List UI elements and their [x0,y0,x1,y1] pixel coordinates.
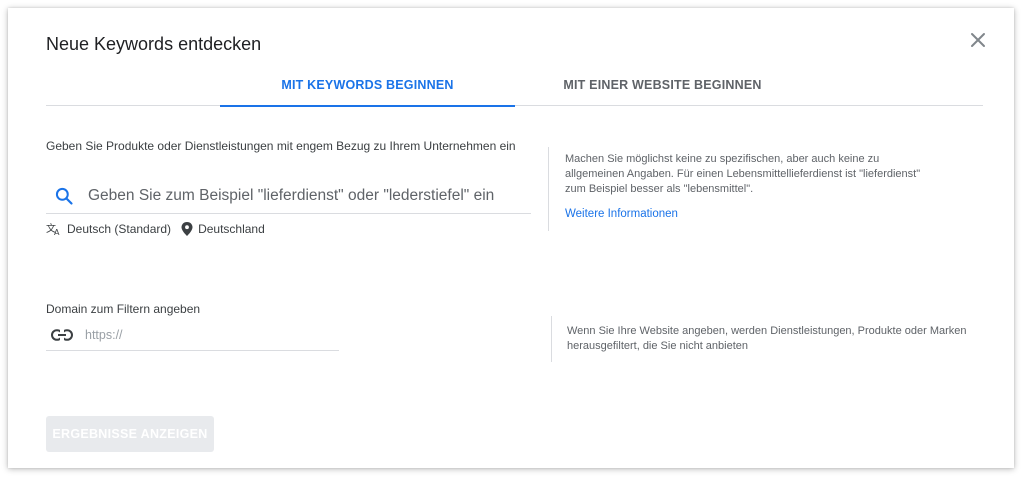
domain-label: Domain zum Filtern angeben [46,302,201,316]
tab-bar: MIT KEYWORDS BEGINNEN MIT EINER WEBSITE … [46,64,983,107]
domain-help-text: Wenn Sie Ihre Website angeben, werden Di… [567,325,967,352]
more-info-link[interactable]: Weitere Informationen [565,208,678,220]
dialog-title: Neue Keywords entdecken [46,34,262,54]
svg-text:A: A [54,228,60,236]
link-icon [51,329,73,341]
translate-icon: 文 A [46,222,60,236]
keywords-help-divider [548,147,549,231]
search-icon [54,186,74,206]
language-selector[interactable]: 文 A Deutsch (Standard) [46,222,171,236]
location-selector[interactable]: Deutschland [181,222,265,236]
keywords-label: Geben Sie Produkte oder Dienstleistungen… [46,139,516,153]
domain-help-divider [551,316,552,362]
tab-start-with-keywords[interactable]: MIT KEYWORDS BEGINNEN [220,64,515,107]
tab-start-with-website[interactable]: MIT EINER WEBSITE BEGINNEN [515,64,810,106]
domain-input-row [46,320,339,351]
keyword-planner-dialog: Neue Keywords entdecken MIT KEYWORDS BEG… [8,8,1014,468]
show-results-button[interactable]: ERGEBNISSE ANZEIGEN [46,416,214,452]
close-button[interactable] [966,28,990,52]
close-icon [971,33,985,47]
targeting-settings: 文 A Deutsch (Standard) Deutschland [46,222,265,236]
location-label: Deutschland [198,222,265,236]
domain-input[interactable] [85,328,339,342]
keywords-input[interactable] [88,186,531,205]
language-label: Deutsch (Standard) [67,222,172,236]
location-pin-icon [181,222,193,236]
keywords-help-text: Machen Sie möglichst keine zu spezifisch… [565,153,921,195]
keywords-input-row [46,178,531,214]
